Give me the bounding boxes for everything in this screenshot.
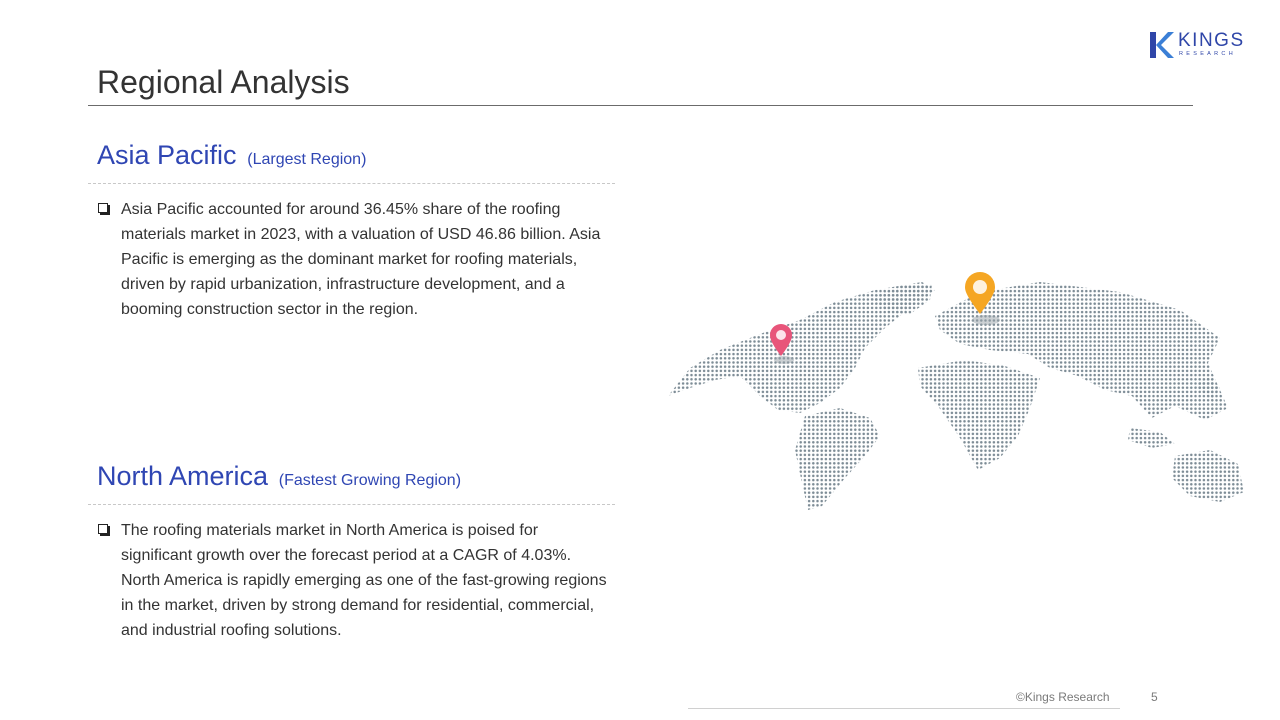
map-landmass [668, 282, 1244, 510]
footer-divider [688, 708, 1120, 709]
footer-copyright: ©Kings Research [1016, 690, 1110, 704]
asia-pacific-text: Asia Pacific accounted for around 36.45%… [121, 201, 601, 318]
logo-wordmark: KINGS [1178, 30, 1245, 51]
north-america-text: The roofing materials market in North Am… [121, 522, 607, 639]
page-number: 5 [1151, 690, 1158, 704]
north-america-heading: North America (Fastest Growing Region) [97, 461, 461, 492]
north-america-title: North America [97, 461, 269, 491]
bullet-square-icon [98, 524, 108, 534]
asia-pacific-note: (Largest Region) [247, 151, 367, 168]
north-america-note: (Fastest Growing Region) [278, 472, 462, 489]
kings-research-logo: KINGS RESEARCH [1148, 30, 1252, 60]
asia-pacific-title: Asia Pacific [97, 140, 237, 170]
world-map [668, 272, 1244, 510]
bullet-square-icon [98, 203, 108, 213]
title-divider [88, 105, 1193, 106]
page-title: Regional Analysis [97, 64, 350, 100]
logo-k-mark [1150, 32, 1174, 58]
asia-pacific-divider [88, 183, 615, 184]
logo-subtitle: RESEARCH [1179, 51, 1236, 57]
north-america-divider [88, 504, 615, 505]
asia-pacific-heading: Asia Pacific (Largest Region) [97, 140, 366, 171]
